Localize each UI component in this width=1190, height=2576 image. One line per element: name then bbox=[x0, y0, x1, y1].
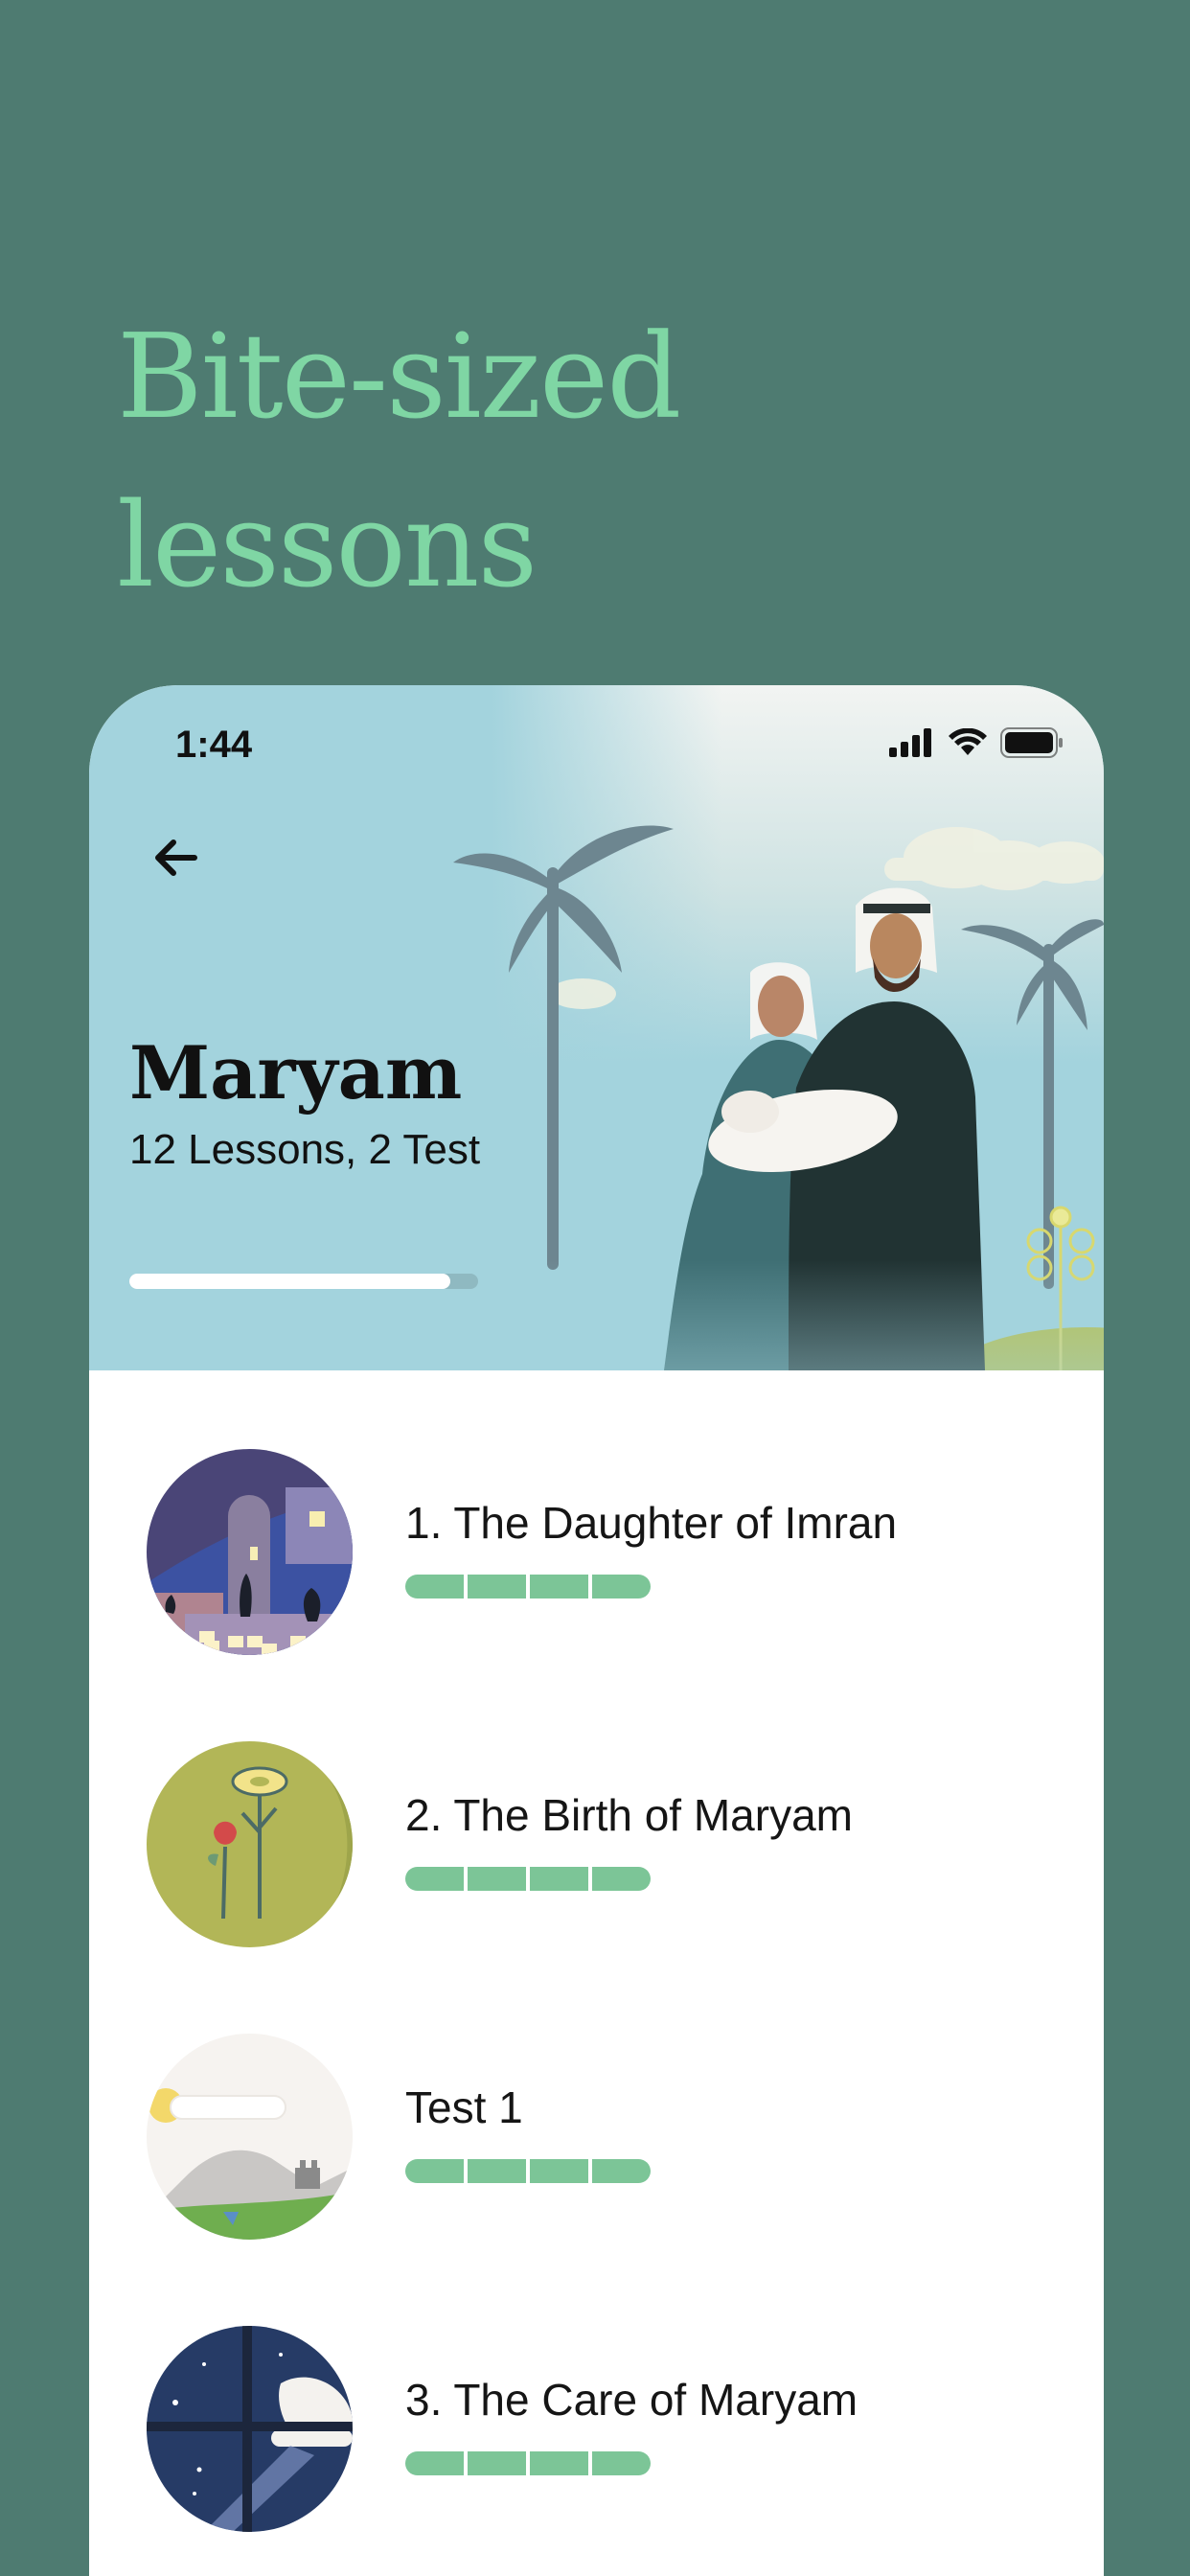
mountain-landscape-illustration bbox=[147, 2034, 353, 2240]
test-progress bbox=[405, 2159, 651, 2183]
status-time: 1:44 bbox=[175, 724, 253, 766]
phone-screen: 1:44 Maryam 12 Lessons, 2 Test 1. The Da… bbox=[89, 685, 1104, 2576]
progress-segment bbox=[530, 1575, 588, 1598]
progress-segment bbox=[405, 1867, 464, 1891]
battery-icon bbox=[1000, 727, 1063, 758]
course-progress-fill bbox=[129, 1274, 450, 1289]
flower-illustration bbox=[147, 1741, 353, 1947]
lesson-progress bbox=[405, 1867, 651, 1891]
lesson-item[interactable]: 3. The Care of Maryam bbox=[147, 2326, 1047, 2537]
night-window-illustration bbox=[147, 2326, 353, 2532]
lesson-item[interactable]: 1. The Daughter of Imran bbox=[147, 1449, 1047, 1660]
progress-segment bbox=[468, 1867, 526, 1891]
wifi-icon bbox=[949, 728, 987, 755]
progress-segment bbox=[592, 2159, 651, 2183]
course-subtitle: 12 Lessons, 2 Test bbox=[129, 1126, 481, 1173]
headline-line-1: Bite-sized bbox=[117, 309, 681, 445]
progress-segment bbox=[468, 2451, 526, 2475]
course-header: 1:44 Maryam 12 Lessons, 2 Test bbox=[89, 685, 1104, 1370]
progress-segment bbox=[468, 1575, 526, 1598]
lesson-title: 2. The Birth of Maryam bbox=[405, 1790, 853, 1840]
course-progress-bar bbox=[129, 1274, 478, 1289]
progress-segment bbox=[530, 1867, 588, 1891]
lesson-progress bbox=[405, 1575, 651, 1598]
lesson-progress bbox=[405, 2451, 651, 2475]
progress-segment bbox=[592, 2451, 651, 2475]
progress-segment bbox=[592, 1575, 651, 1598]
hero-illustration bbox=[453, 685, 1104, 1370]
test-item[interactable]: Test 1 bbox=[147, 2034, 1047, 2244]
cellular-signal-icon bbox=[889, 728, 931, 757]
progress-segment bbox=[468, 2159, 526, 2183]
marketing-headline: Bite-sized lessons bbox=[117, 292, 681, 630]
arrow-left-icon bbox=[155, 840, 197, 876]
progress-segment bbox=[530, 2451, 588, 2475]
progress-segment bbox=[592, 1867, 651, 1891]
night-town-illustration bbox=[147, 1449, 353, 1655]
lesson-title: 1. The Daughter of Imran bbox=[405, 1498, 898, 1548]
progress-segment bbox=[405, 2451, 464, 2475]
status-icons bbox=[889, 727, 1064, 758]
course-title: Maryam bbox=[129, 1030, 463, 1116]
progress-segment bbox=[405, 2159, 464, 2183]
back-button[interactable] bbox=[137, 819, 214, 896]
test-title: Test 1 bbox=[405, 2082, 523, 2132]
lesson-title: 3. The Care of Maryam bbox=[405, 2375, 858, 2425]
headline-line-2: lessons bbox=[117, 477, 538, 613]
progress-segment bbox=[405, 1575, 464, 1598]
progress-segment bbox=[530, 2159, 588, 2183]
lesson-item[interactable]: 2. The Birth of Maryam bbox=[147, 1741, 1047, 1952]
